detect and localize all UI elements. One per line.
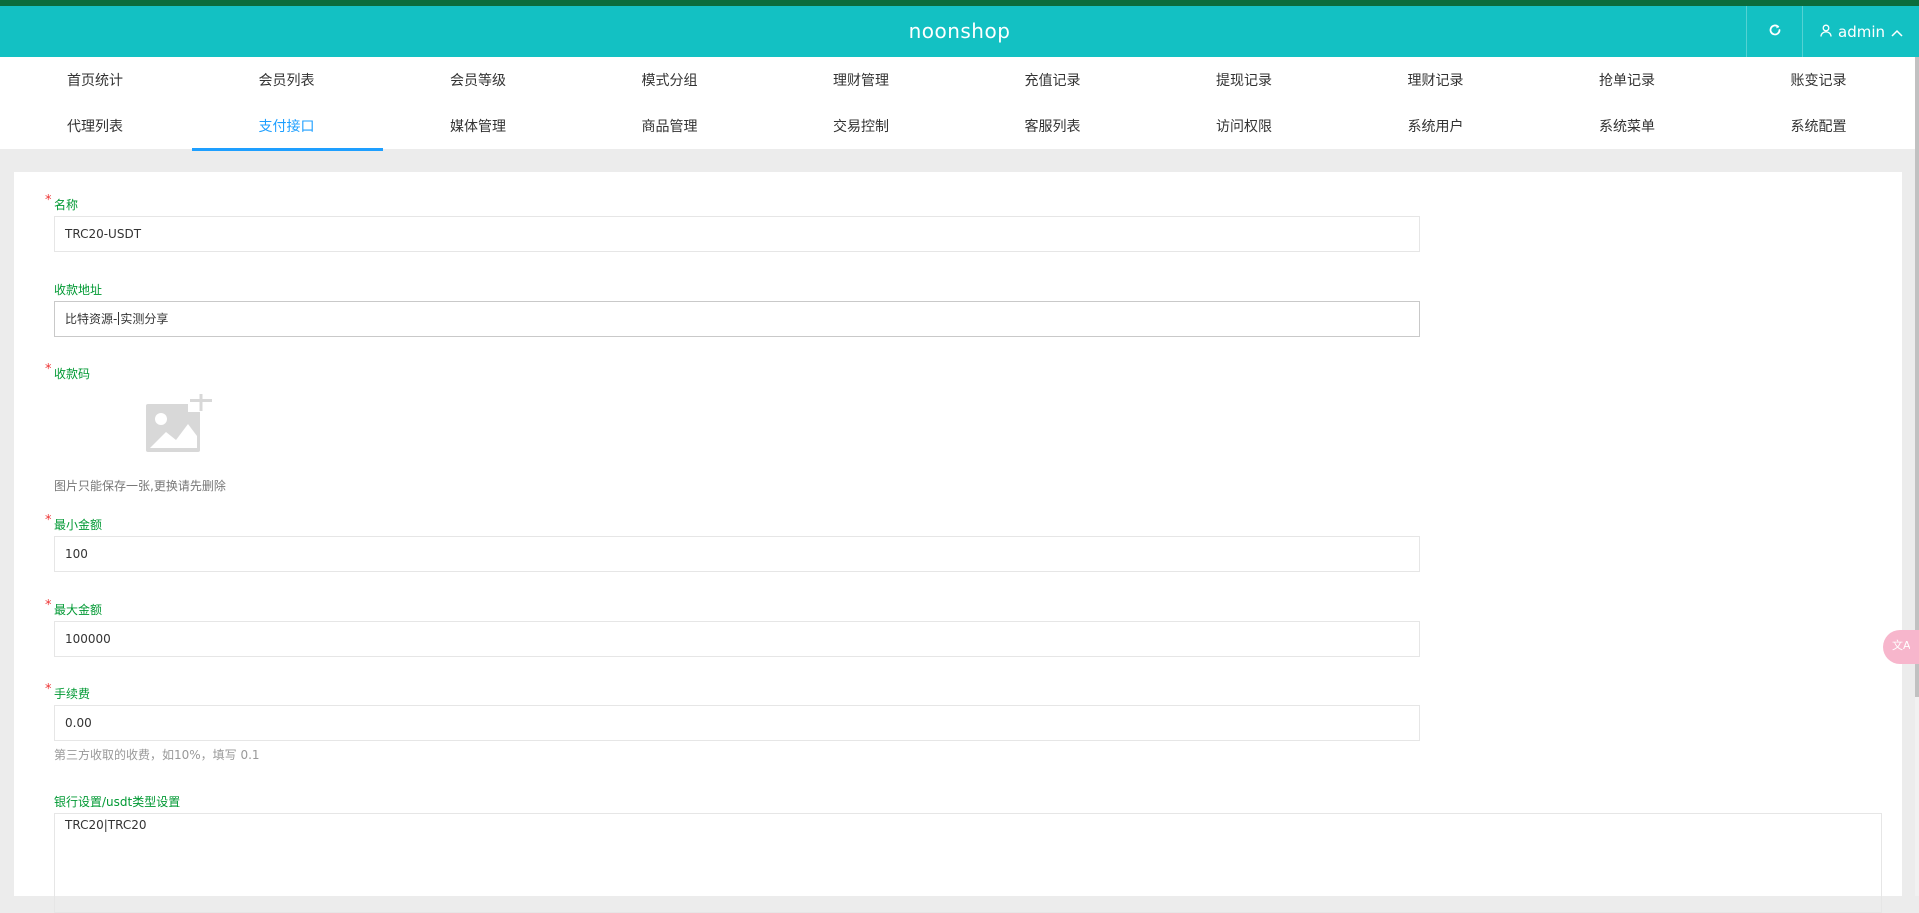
app-header: noonshop admin — [0, 6, 1919, 57]
translate-icon: 文A — [1892, 637, 1911, 657]
fee-hint: 第三方收取的收费，如10%，填写 0.1 — [54, 748, 260, 762]
nav-row-2: 代理列表 支付接口 媒体管理 商品管理 交易控制 客服列表 访问权限 系统用户 … — [0, 103, 1916, 151]
user-icon — [1820, 23, 1832, 41]
nav-item-member-list[interactable]: 会员列表 — [192, 57, 384, 103]
required-mark: * — [45, 598, 52, 613]
user-menu[interactable]: admin — [1802, 6, 1919, 57]
translate-float-button[interactable]: 文A — [1883, 630, 1919, 664]
nav-item-grab-order-records[interactable]: 抢单记录 — [1532, 57, 1724, 103]
required-mark: * — [45, 362, 52, 377]
fee-input[interactable]: 0.00 — [54, 705, 1420, 741]
qrcode-label: * 收款码 — [45, 362, 91, 381]
brand-title: noonshop — [908, 19, 1011, 43]
nav-item-member-level[interactable]: 会员等级 — [383, 57, 575, 103]
bank-settings-textarea[interactable]: TRC20|TRC20 — [54, 813, 1882, 913]
max-amount-label: * 最大金额 — [45, 598, 103, 617]
refresh-button[interactable] — [1746, 6, 1803, 57]
nav-item-agent-list[interactable]: 代理列表 — [0, 103, 192, 149]
fee-label: * 手续费 — [45, 682, 91, 701]
address-label: 收款地址 — [54, 283, 103, 297]
nav-item-finance-manage[interactable]: 理财管理 — [766, 57, 958, 103]
qrcode-hint: 图片只能保存一张,更换请先删除 — [54, 479, 226, 493]
nav-item-system-users[interactable]: 系统用户 — [1341, 103, 1533, 149]
user-name: admin — [1838, 22, 1885, 41]
chevron-up-icon — [1891, 23, 1903, 41]
required-mark: * — [45, 193, 52, 208]
nav-item-service-list[interactable]: 客服列表 — [958, 103, 1150, 149]
required-mark: * — [45, 513, 52, 528]
main-nav: 首页统计 会员列表 会员等级 模式分组 理财管理 充值记录 提现记录 理财记录 … — [0, 57, 1919, 151]
address-value-after-caret: 实测分享 — [120, 312, 169, 326]
nav-item-trade-control[interactable]: 交易控制 — [766, 103, 958, 149]
name-input[interactable]: TRC20-USDT — [54, 216, 1420, 252]
nav-item-balance-change-records[interactable]: 账变记录 — [1724, 57, 1916, 103]
min-amount-label: * 最小金额 — [45, 513, 103, 532]
nav-item-recharge-records[interactable]: 充值记录 — [958, 57, 1150, 103]
nav-item-payment-interface[interactable]: 支付接口 — [191, 103, 384, 151]
nav-item-withdraw-records[interactable]: 提现记录 — [1149, 57, 1341, 103]
nav-item-home-stats[interactable]: 首页统计 — [0, 57, 192, 103]
nav-item-system-menu[interactable]: 系统菜单 — [1532, 103, 1724, 149]
nav-item-access-rights[interactable]: 访问权限 — [1149, 103, 1341, 149]
nav-item-finance-records[interactable]: 理财记录 — [1341, 57, 1533, 103]
address-value-before-caret: 比特资源- — [65, 312, 118, 326]
nav-item-system-config[interactable]: 系统配置 — [1724, 103, 1916, 149]
bank-settings-label: 银行设置/usdt类型设置 — [54, 795, 181, 809]
max-amount-input[interactable]: 100000 — [54, 621, 1420, 657]
nav-row-1: 首页统计 会员列表 会员等级 模式分组 理财管理 充值记录 提现记录 理财记录 … — [0, 57, 1915, 103]
nav-item-product-manage[interactable]: 商品管理 — [575, 103, 767, 149]
refresh-icon — [1768, 23, 1782, 41]
nav-item-mode-group[interactable]: 模式分组 — [575, 57, 767, 103]
svg-text:文A: 文A — [1892, 638, 1910, 652]
qrcode-upload-button[interactable] — [144, 390, 214, 454]
nav-item-media-manage[interactable]: 媒体管理 — [383, 103, 575, 149]
payment-form-card: * 名称 TRC20-USDT 收款地址 比特资源- 实测分享 * 收款码 图片只… — [14, 172, 1902, 913]
scrollbar-thumb[interactable] — [1915, 57, 1919, 697]
name-label: * 名称 — [45, 193, 79, 212]
page-scrollbar[interactable] — [1915, 57, 1919, 896]
image-upload-icon — [144, 390, 214, 458]
min-amount-input[interactable]: 100 — [54, 536, 1420, 572]
required-mark: * — [45, 682, 52, 697]
address-input[interactable]: 比特资源- 实测分享 — [54, 301, 1420, 337]
